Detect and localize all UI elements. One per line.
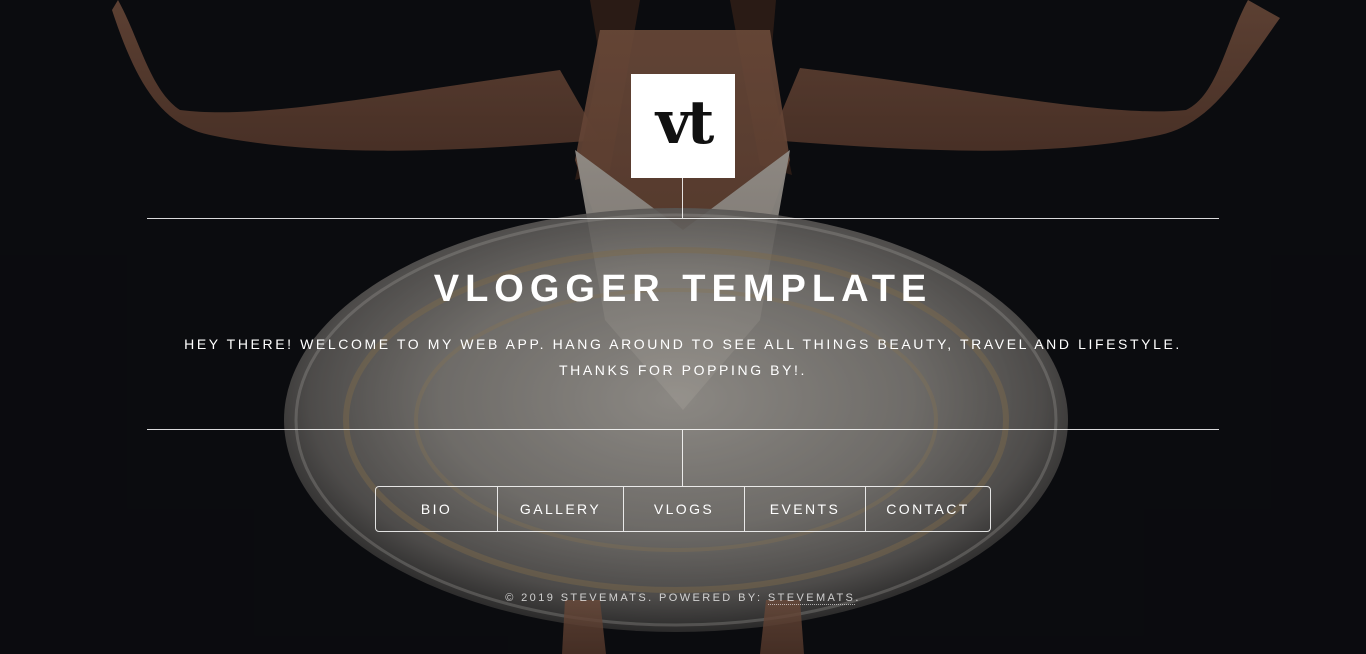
page-title: VLOGGER TEMPLATE [433, 268, 933, 310]
divider-horizontal-top [147, 218, 1219, 219]
footer: © 2019 STEVEMATS. POWERED BY: STEVEMATS. [0, 592, 1366, 605]
nav-item-gallery[interactable]: GALLERY [497, 487, 623, 531]
divider-vertical-top [682, 178, 683, 218]
divider-horizontal-bottom [147, 429, 1219, 430]
nav-item-contact[interactable]: CONTACT [865, 487, 990, 531]
site-logo[interactable]: vt [631, 74, 735, 178]
page: vt VLOGGER TEMPLATE HEY THERE! WELCOME T… [0, 0, 1366, 654]
footer-suffix: . [855, 592, 861, 604]
footer-credit-link[interactable]: STEVEMATS [767, 592, 856, 605]
nav-item-events[interactable]: EVENTS [744, 487, 865, 531]
logo-text: vt [655, 88, 715, 158]
footer-copyright: © 2019 STEVEMATS. POWERED BY: [505, 592, 768, 604]
nav-item-vlogs[interactable]: VLOGS [623, 487, 744, 531]
intro-text: HEY THERE! WELCOME TO MY WEB APP. HANG A… [184, 336, 1182, 378]
divider-vertical-bottom [682, 430, 683, 486]
nav-item-bio[interactable]: BIO [376, 487, 497, 531]
main-nav: BIO GALLERY VLOGS EVENTS CONTACT [375, 486, 991, 532]
